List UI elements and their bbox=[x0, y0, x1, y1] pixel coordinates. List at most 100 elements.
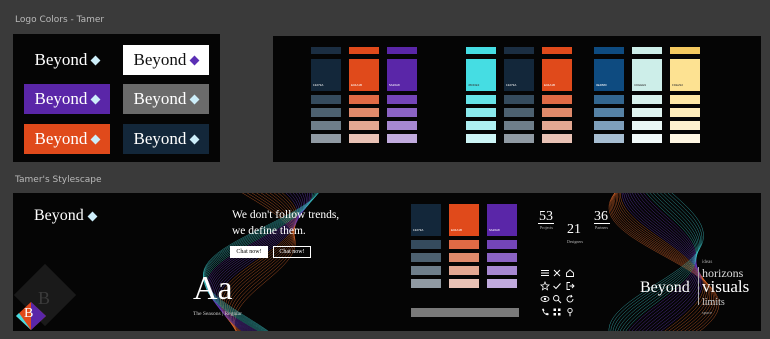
gray-bar bbox=[411, 308, 519, 317]
swatch-tint bbox=[411, 266, 441, 275]
swatch-tint bbox=[504, 121, 534, 130]
swatch-top bbox=[349, 47, 379, 54]
headline: We don't follow trends, we define them. bbox=[232, 207, 339, 239]
logo-card-4: Beyond bbox=[123, 84, 209, 114]
wordcloud-visuals: visuals bbox=[702, 277, 750, 296]
diamond-icon bbox=[90, 94, 101, 105]
swatch-top bbox=[311, 47, 341, 54]
logout-icon bbox=[566, 282, 575, 290]
swatch-tint bbox=[632, 95, 662, 104]
diamond-icon bbox=[90, 55, 101, 66]
stat-designers-label: Designers bbox=[567, 239, 583, 244]
swatch-top bbox=[670, 47, 700, 54]
swatch-tint bbox=[504, 108, 534, 117]
swatch-hex-label: E04A1B bbox=[451, 228, 463, 232]
pin-icon bbox=[567, 307, 573, 317]
swatch-tint bbox=[311, 134, 341, 143]
swatch-tint bbox=[387, 121, 417, 130]
wordcloud-ideas: ideas bbox=[702, 260, 713, 265]
swatch-hex-label: E04A1B bbox=[351, 83, 363, 87]
diamond-icon bbox=[87, 211, 98, 222]
frame-title-stylescape[interactable]: Tamer's Stylescape bbox=[15, 175, 102, 185]
swatch-tint bbox=[466, 95, 496, 104]
swatch-tint bbox=[594, 108, 624, 117]
swatch-tint bbox=[487, 266, 517, 275]
wordcloud-divider bbox=[698, 267, 699, 305]
swatch-tint bbox=[594, 134, 624, 143]
swatch-tint bbox=[349, 95, 379, 104]
swatch-tint bbox=[411, 253, 441, 262]
phone-icon bbox=[542, 308, 549, 316]
stylescape-panel: Beyond B B We don't follow trends, we de… bbox=[13, 193, 761, 331]
stat-projects-label: Projects bbox=[540, 225, 553, 230]
star-icon bbox=[540, 281, 550, 291]
swatch-tint bbox=[349, 121, 379, 130]
swatch-tint bbox=[349, 108, 379, 117]
stat-partners-label: Partners bbox=[595, 225, 609, 230]
swatch-main: 5A26A8 bbox=[487, 204, 517, 236]
type-caption: The Seasons | Regular bbox=[193, 311, 242, 317]
swatch-tint bbox=[670, 121, 700, 130]
diamond-icon bbox=[189, 94, 200, 105]
swatch-tint bbox=[542, 121, 572, 130]
app-badge-letter: B bbox=[24, 306, 34, 321]
swatch-tint bbox=[542, 134, 572, 143]
swatch-main: E04A1B bbox=[542, 59, 572, 91]
swatch-hex-label: 13273A bbox=[413, 228, 424, 232]
stylescape-brand-text: Beyond bbox=[34, 207, 84, 224]
swatch-tint bbox=[632, 121, 662, 130]
swatch-tint bbox=[311, 121, 341, 130]
logo-card-text: Beyond bbox=[34, 129, 88, 148]
swatch-tint bbox=[466, 134, 496, 143]
home-icon bbox=[566, 269, 574, 277]
swatch-main: E04A1B bbox=[349, 59, 379, 91]
swatch-tint bbox=[411, 279, 441, 288]
headline-line-2: we define them. bbox=[232, 225, 306, 237]
stat-underline bbox=[594, 223, 610, 224]
chat-now-button-primary[interactable]: Chat now! bbox=[230, 246, 268, 258]
logo-card-text: Beyond bbox=[34, 50, 88, 69]
swatch-tint bbox=[594, 95, 624, 104]
swatch-tint bbox=[387, 134, 417, 143]
frame-title-logo-colors[interactable]: Logo Colors - Tamer bbox=[15, 15, 104, 25]
logo-card-text: Beyond bbox=[34, 89, 88, 108]
swatch-main: E04A1B bbox=[449, 204, 479, 236]
swatch-tint bbox=[449, 279, 479, 288]
swatch-tint bbox=[311, 108, 341, 117]
swatch-tint bbox=[449, 240, 479, 249]
close-icon bbox=[553, 269, 561, 277]
swatch-tint bbox=[504, 134, 534, 143]
swatch-tint bbox=[670, 134, 700, 143]
swatch-tint bbox=[466, 108, 496, 117]
swatch-tint bbox=[487, 253, 517, 262]
swatch-main: 45DDE3 bbox=[466, 59, 496, 91]
swatch-top bbox=[542, 47, 572, 54]
grid-icon bbox=[553, 308, 561, 316]
swatch-tint bbox=[670, 108, 700, 117]
search-icon bbox=[553, 295, 562, 304]
swatch-tint bbox=[670, 95, 700, 104]
logo-card-2: Beyond bbox=[123, 45, 209, 75]
swatch-tint bbox=[387, 108, 417, 117]
type-sample: Aa bbox=[193, 270, 233, 307]
swatch-tint bbox=[632, 134, 662, 143]
swatch-tint bbox=[449, 266, 479, 275]
logo-card-text: Beyond bbox=[133, 50, 187, 69]
swatch-hex-label: FDE292 bbox=[672, 83, 684, 87]
swatch-tint bbox=[542, 95, 572, 104]
check-icon bbox=[553, 283, 561, 290]
swatch-hex-label: E04A1B bbox=[544, 83, 556, 87]
diamond-icon bbox=[189, 134, 200, 145]
logo-card-1: Beyond bbox=[24, 45, 110, 75]
chat-now-button-secondary[interactable]: Chat now! bbox=[273, 246, 311, 258]
headline-line-1: We don't follow trends, bbox=[232, 209, 340, 221]
logo-card-3: Beyond bbox=[24, 84, 110, 114]
swatch-top bbox=[504, 47, 534, 54]
swatch-hex-label: 0E4B80 bbox=[596, 83, 607, 87]
swatch-hex-label: 5A26A8 bbox=[489, 228, 500, 232]
swatch-tint bbox=[487, 279, 517, 288]
swatch-hex-label: 45DDE3 bbox=[468, 83, 480, 87]
swatch-tint bbox=[349, 134, 379, 143]
swatch-tint bbox=[487, 240, 517, 249]
swatch-hex-label: 5A26A8 bbox=[389, 83, 400, 87]
